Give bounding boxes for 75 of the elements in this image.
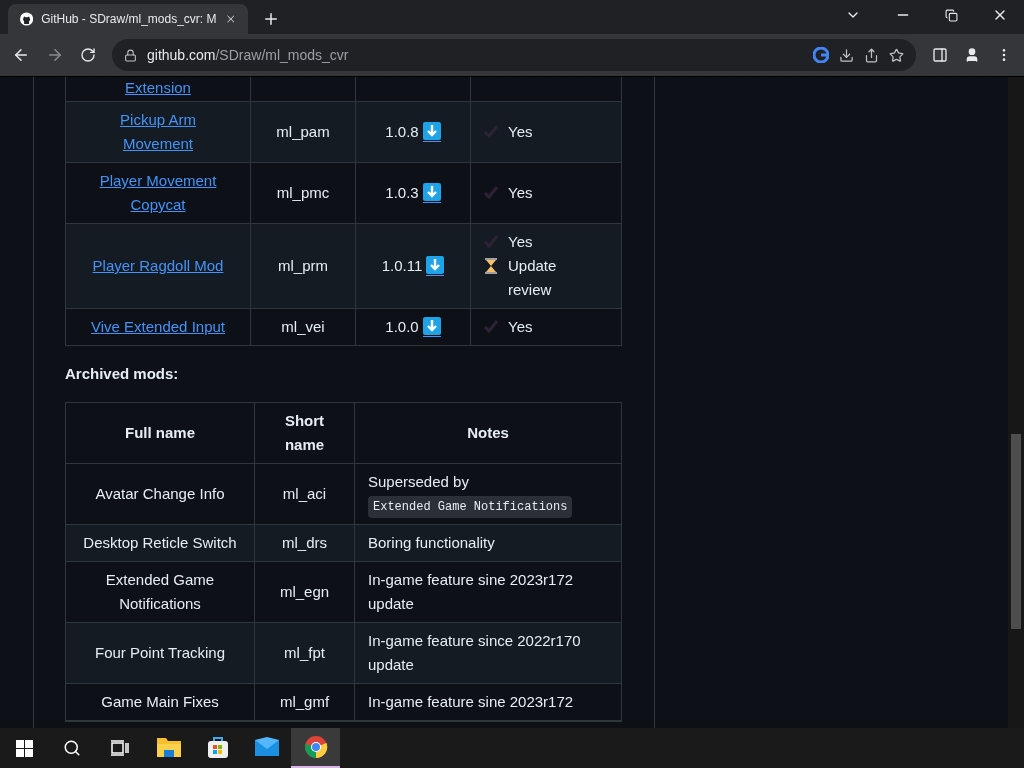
table-cell-text: ml_aci xyxy=(282,484,327,504)
install-icon[interactable] xyxy=(839,47,854,63)
table-cell-text: ml_fpt xyxy=(284,643,325,664)
check-mark-icon xyxy=(484,185,498,199)
table-cell-text: In-game feature sine 2023r172 update xyxy=(368,570,575,615)
section-heading: Archived mods: xyxy=(65,365,179,382)
short-name: ml_pam xyxy=(276,121,330,142)
github-logo-icon xyxy=(20,11,34,27)
download-link[interactable] xyxy=(426,256,445,276)
status-text: Yes xyxy=(508,317,533,337)
mod-link[interactable]: Pickup Arm Movement xyxy=(88,108,228,156)
shopping-bag-icon xyxy=(205,735,230,759)
table-cell: Superseded by Extended Game Notifications xyxy=(368,470,598,519)
table-cell-text: Four Point Tracking xyxy=(94,643,226,664)
scrollbar[interactable] xyxy=(1008,77,1024,728)
browser-tab[interactable]: GitHub - SDraw/ml_mods_cvr: M xyxy=(8,4,248,34)
back-icon[interactable] xyxy=(12,46,30,64)
reload-icon[interactable] xyxy=(80,47,96,63)
windows-start-icon[interactable] xyxy=(15,739,33,757)
version-number: 1.0.11 xyxy=(381,255,423,276)
folder-icon xyxy=(155,736,182,758)
mod-link[interactable]: Player Movement Copycat xyxy=(88,169,228,217)
column-header: Short name xyxy=(283,411,326,455)
version-number: 1.0.0 xyxy=(385,316,419,337)
restore-icon[interactable] xyxy=(945,8,958,22)
column-header: Full name xyxy=(125,423,195,443)
search-icon[interactable] xyxy=(63,739,81,757)
profile-icon[interactable] xyxy=(964,47,980,63)
status-text: Update review xyxy=(508,256,558,300)
browser-logo-icon xyxy=(303,735,328,759)
google-g-icon[interactable] xyxy=(813,47,829,63)
table-cell-text: Game Main Fixes xyxy=(101,692,219,713)
short-name: ml_prm xyxy=(278,255,328,276)
inline-code: Extended Game Notifications xyxy=(368,496,573,519)
close-tab-icon[interactable] xyxy=(224,12,236,26)
bookmark-star-icon[interactable] xyxy=(889,47,904,63)
column-header: Notes xyxy=(467,423,509,443)
status-text: Yes xyxy=(508,232,533,252)
forward-icon[interactable] xyxy=(46,46,64,64)
table-cell-text: Extended Game Notifications xyxy=(104,570,216,615)
envelope-icon xyxy=(253,737,280,757)
table-cell-text: In-game feature since 2022r170 update xyxy=(368,631,582,676)
download-link[interactable] xyxy=(422,317,441,337)
version-number: 1.0.8 xyxy=(385,121,419,142)
taskbar-app[interactable] xyxy=(291,728,340,768)
table-cell-text: ml_gmf xyxy=(279,692,330,713)
download-link[interactable] xyxy=(422,183,441,203)
mod-link[interactable]: Player Ragdoll Mod xyxy=(88,254,228,278)
lock-icon xyxy=(124,48,137,62)
short-name: ml_pmc xyxy=(276,182,330,203)
table-cell-text: Boring functionality xyxy=(368,533,496,554)
url-text: github.com/SDraw/ml_mods_cvr xyxy=(147,45,350,65)
new-tab-icon[interactable] xyxy=(262,10,280,28)
version-number: 1.0.3 xyxy=(385,182,419,203)
table-cell-text: ml_egn xyxy=(279,582,330,603)
check-mark-icon xyxy=(484,234,498,248)
tab-title: GitHub - SDraw/ml_mods_cvr: M xyxy=(41,11,217,28)
table-cell-text: Avatar Change Info xyxy=(95,484,225,504)
check-mark-icon xyxy=(484,319,498,333)
hourglass-icon xyxy=(484,258,498,274)
status-text: Yes xyxy=(508,183,533,203)
side-panel-icon[interactable] xyxy=(932,47,948,63)
check-mark-icon xyxy=(484,124,498,138)
status-text: Yes xyxy=(508,122,533,142)
address-bar[interactable]: github.com/SDraw/ml_mods_cvr xyxy=(112,39,916,71)
scrollbar-thumb[interactable] xyxy=(1011,434,1021,629)
mod-link[interactable]: Extension xyxy=(125,77,191,100)
table-cell-text: Desktop Reticle Switch xyxy=(83,533,237,554)
mod-link[interactable]: Vive Extended Input xyxy=(88,315,228,339)
task-view-icon[interactable] xyxy=(111,740,129,756)
download-link[interactable] xyxy=(422,122,441,142)
table-cell-text: In-game feature sine 2023r172 xyxy=(368,692,575,713)
table-cell-text: ml_drs xyxy=(282,533,327,554)
short-name: ml_vei xyxy=(281,316,325,337)
share-icon[interactable] xyxy=(864,47,879,63)
